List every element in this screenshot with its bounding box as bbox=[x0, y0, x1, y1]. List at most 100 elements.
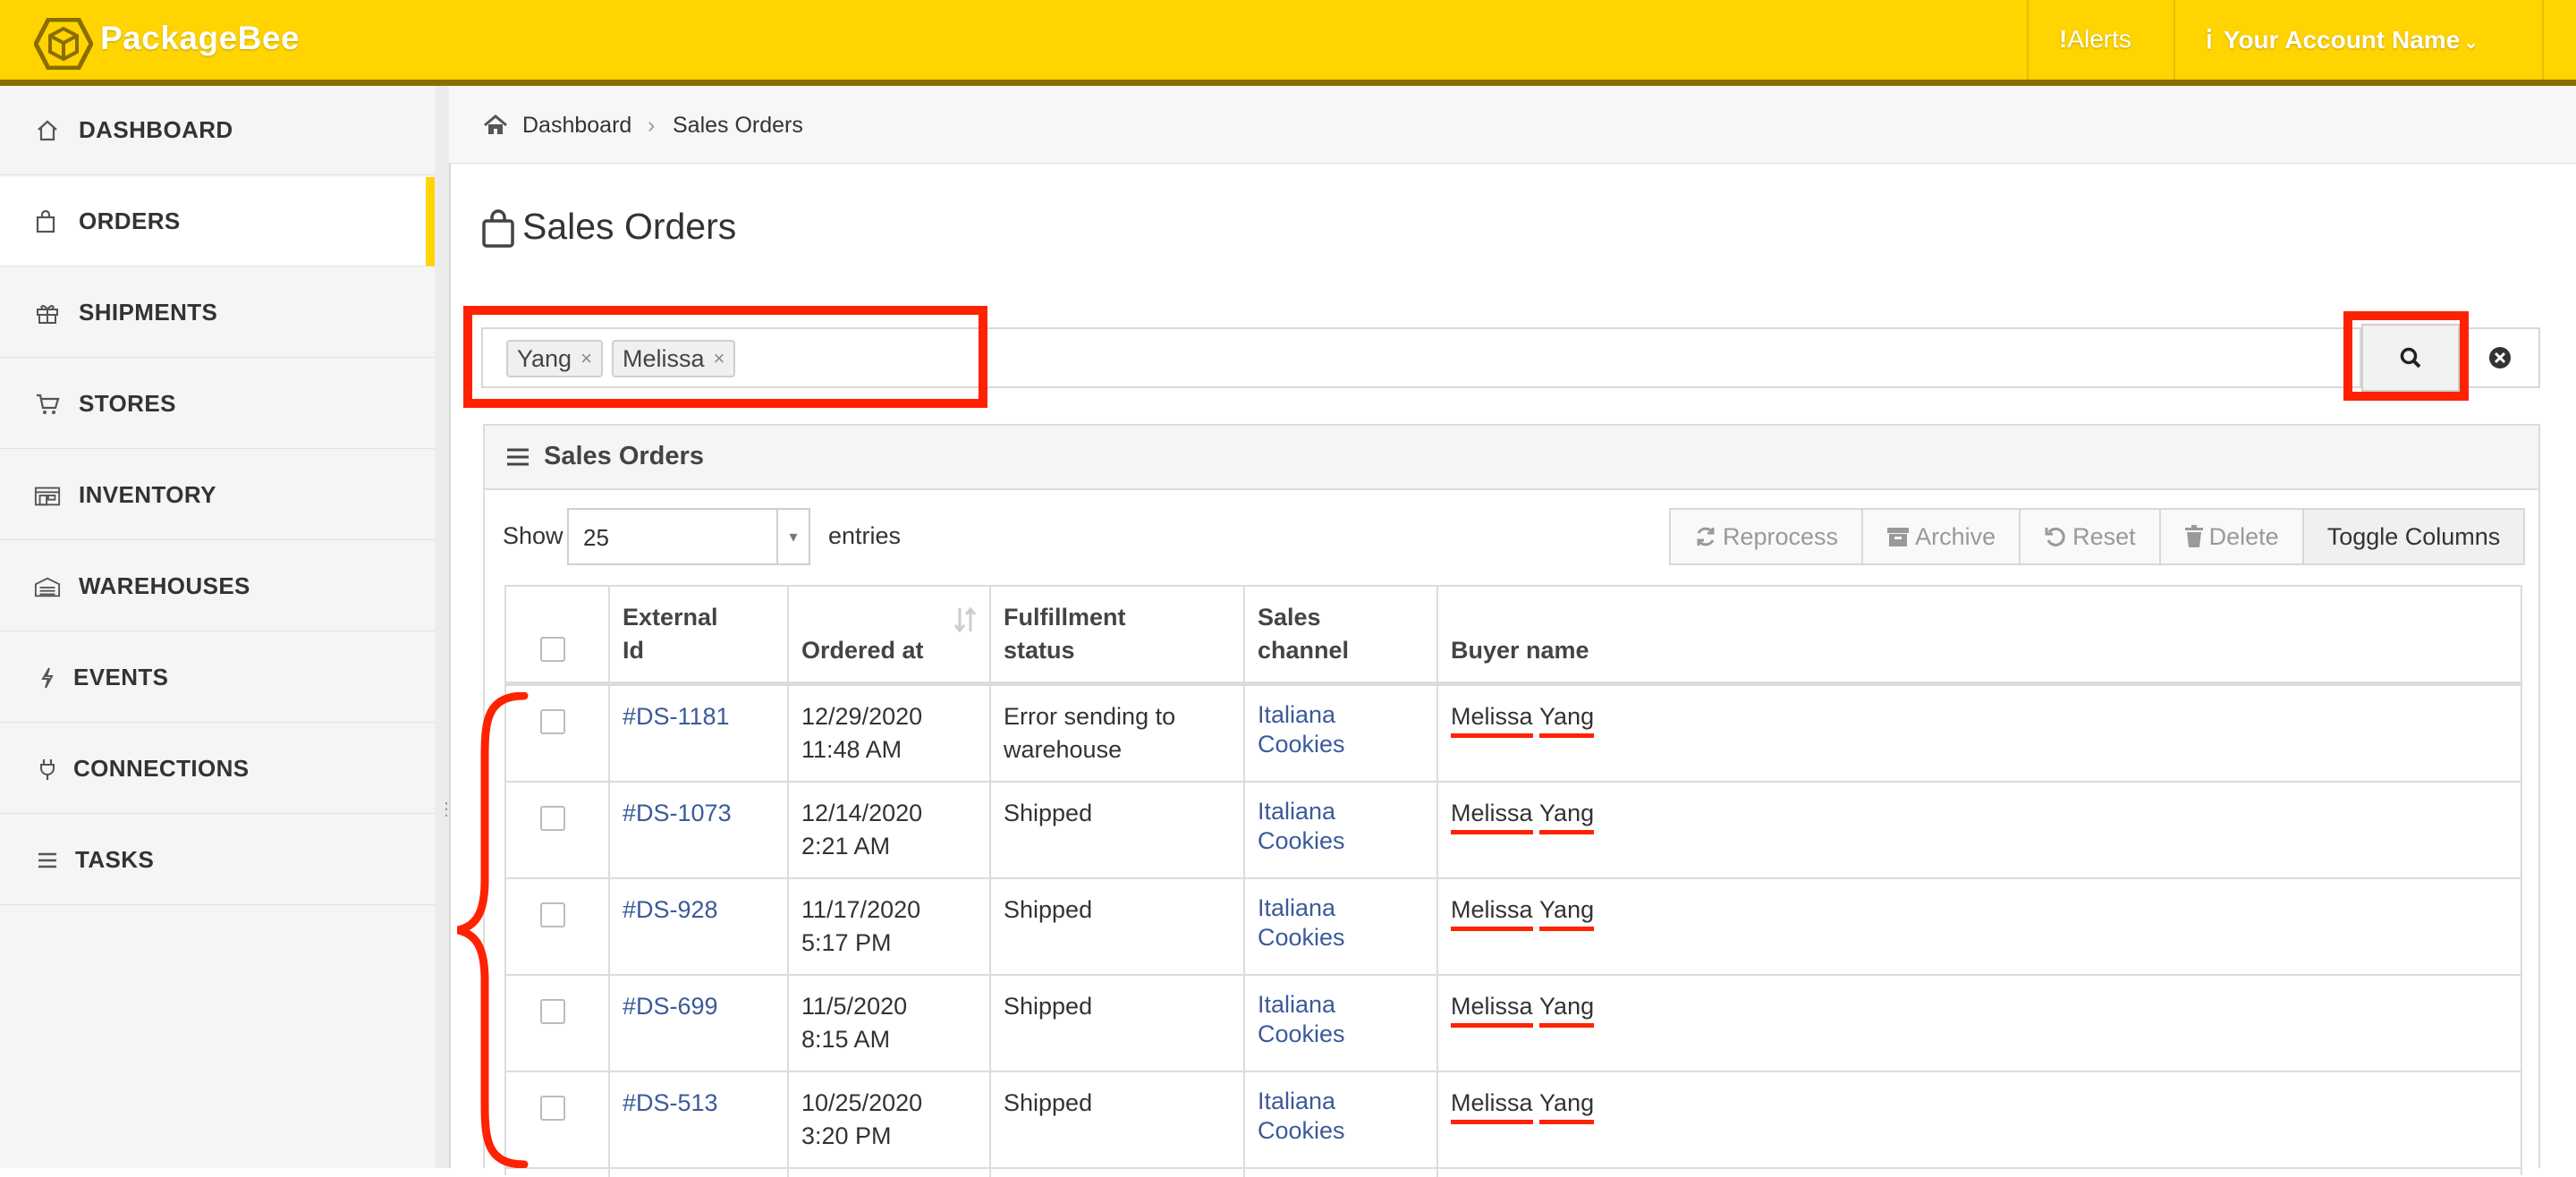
alerts-label: Alerts bbox=[2067, 25, 2131, 53]
delete-button[interactable]: Delete bbox=[2160, 510, 2304, 563]
column-header-ordered-at[interactable]: Ordered at bbox=[801, 634, 924, 667]
reprocess-button[interactable]: Reprocess bbox=[1671, 510, 1864, 563]
sales-channel-link[interactable]: Italiana Cookies bbox=[1258, 1087, 1345, 1146]
order-id-link[interactable]: #DS-1181 bbox=[623, 700, 730, 733]
ordered-at: 12/14/2020 2:21 AM bbox=[801, 800, 923, 859]
column-header-external-id[interactable]: External Id bbox=[623, 601, 718, 667]
warehouse-icon bbox=[34, 482, 61, 509]
row-checkbox[interactable] bbox=[540, 806, 565, 831]
fulfillment-status: Error sending to warehouse bbox=[1004, 703, 1176, 763]
row-checkbox[interactable] bbox=[540, 709, 565, 734]
page-title: Sales Orders bbox=[522, 206, 737, 247]
sales-orders-panel: Sales Orders Show 25 ▾ entries Reprocess… bbox=[483, 424, 2540, 1177]
hexagon-logo-icon[interactable] bbox=[34, 18, 93, 70]
home-icon[interactable] bbox=[483, 114, 508, 136]
sidebar-item-events[interactable]: EVENTS bbox=[0, 633, 435, 723]
fulfillment-status: Shipped bbox=[1004, 993, 1093, 1020]
drag-handle-icon[interactable]: ⋮ bbox=[437, 800, 455, 830]
gift-icon bbox=[34, 300, 61, 326]
sidebar-item-label: DASHBOARD bbox=[79, 116, 233, 143]
table-row[interactable]: #DS-699 11/5/2020 8:15 AM Shipped Italian… bbox=[506, 976, 2521, 1072]
home-icon bbox=[34, 117, 61, 144]
buyer-name: Melissa Yang bbox=[1451, 893, 1595, 931]
sort-icon[interactable] bbox=[953, 606, 977, 633]
sidebar-item-orders[interactable]: ORDERS bbox=[0, 177, 435, 267]
chevron-down-icon: ⌄ bbox=[2463, 33, 2479, 53]
shopping-bag-icon bbox=[482, 209, 514, 248]
table-row[interactable]: #DS-1073 12/14/2020 2:21 AM Shipped Itali… bbox=[506, 783, 2521, 879]
brand-name[interactable]: PackageBee bbox=[100, 20, 300, 57]
sidebar-item-stores[interactable]: STORES bbox=[0, 360, 435, 449]
building-icon bbox=[34, 573, 61, 600]
archive-button[interactable]: Archive bbox=[1863, 510, 2021, 563]
sidebar-item-label: TASKS bbox=[75, 846, 155, 873]
entries-label: entries bbox=[828, 522, 902, 549]
close-circle-icon bbox=[2489, 347, 2511, 368]
table-row[interactable]: #DS-1181 12/29/2020 11:48 AM Error sendin… bbox=[506, 686, 2521, 783]
breadcrumb-dashboard-link[interactable]: Dashboard bbox=[522, 113, 631, 139]
bulk-action-toolbar: Reprocess Archive Reset Delete Toggle Co… bbox=[1669, 508, 2526, 565]
sales-channel-link[interactable]: Italiana Cookies bbox=[1258, 797, 1345, 856]
sidebar-item-connections[interactable]: CONNECTIONS bbox=[0, 724, 435, 814]
panel-header: Sales Orders bbox=[485, 426, 2538, 490]
alerts-link[interactable]: !Alerts bbox=[2059, 25, 2131, 54]
chevron-right-icon: › bbox=[648, 113, 656, 138]
sales-channel-link[interactable]: Italiana Cookies bbox=[1258, 700, 1345, 759]
column-header-sales-channel[interactable]: Sales channel bbox=[1258, 601, 1349, 667]
entries-per-page-select[interactable]: 25 ▾ bbox=[567, 508, 810, 565]
show-label: Show bbox=[503, 522, 564, 549]
sidebar-item-warehouses[interactable]: WAREHOUSES bbox=[0, 542, 435, 631]
row-checkbox[interactable] bbox=[540, 999, 565, 1024]
sidebar-item-label: SHIPMENTS bbox=[79, 299, 218, 326]
column-header-buyer-name[interactable]: Buyer name bbox=[1451, 634, 1589, 667]
sales-channel-link[interactable]: Italiana Cookies bbox=[1258, 893, 1345, 953]
sidebar-item-label: ORDERS bbox=[79, 207, 181, 234]
sidebar-item-inventory[interactable]: INVENTORY bbox=[0, 451, 435, 540]
button-label: Reprocess bbox=[1723, 522, 1839, 550]
order-id-link[interactable]: #DS-1073 bbox=[623, 797, 732, 830]
divider bbox=[2542, 0, 2544, 80]
divider bbox=[2174, 0, 2175, 80]
info-icon: ⅰ bbox=[2206, 26, 2213, 54]
sales-channel-link[interactable]: Italiana Cookies bbox=[1258, 990, 1345, 1049]
order-id-link[interactable]: #DS-928 bbox=[623, 893, 718, 927]
table-row[interactable]: #DS-928 11/17/2020 5:17 PM Shipped Italia… bbox=[506, 879, 2521, 976]
ordered-at: 11/17/2020 5:17 PM bbox=[801, 896, 921, 956]
sidebar-item-tasks[interactable]: TASKS bbox=[0, 816, 435, 905]
divider bbox=[2027, 0, 2029, 80]
fulfillment-status: Shipped bbox=[1004, 896, 1093, 923]
archive-icon bbox=[1887, 528, 1910, 546]
order-id-link[interactable]: #DS-699 bbox=[623, 990, 718, 1023]
table-row[interactable]: #DS-513 10/25/2020 3:20 PM Shipped Italia… bbox=[506, 1072, 2521, 1169]
button-label: Delete bbox=[2208, 522, 2279, 550]
top-bar: PackageBee !Alerts ⅰ Your Account Name ⌄ bbox=[0, 0, 2576, 86]
exclamation-icon: ! bbox=[2059, 25, 2068, 53]
row-checkbox[interactable] bbox=[540, 1096, 565, 1121]
fulfillment-status: Shipped bbox=[1004, 800, 1093, 826]
column-header-fulfillment-status[interactable]: Fulfillment status bbox=[1004, 601, 1126, 667]
sidebar-item-label: CONNECTIONS bbox=[73, 755, 250, 782]
curly-brace-annotation bbox=[456, 692, 529, 1168]
undo-icon bbox=[2045, 527, 2065, 546]
sidebar-item-shipments[interactable]: SHIPMENTS bbox=[0, 268, 435, 358]
caret-down-icon: ▾ bbox=[776, 510, 809, 563]
clear-search-button[interactable] bbox=[2460, 327, 2540, 388]
sidebar-item-dashboard[interactable]: DASHBOARD bbox=[0, 86, 435, 175]
toggle-columns-button[interactable]: Toggle Columns bbox=[2303, 510, 2524, 563]
ordered-at: 10/25/2020 3:20 PM bbox=[801, 1089, 923, 1149]
order-id-link[interactable]: #DS-513 bbox=[623, 1087, 718, 1120]
orders-table: External Id Ordered at Fulfillment status … bbox=[504, 585, 2522, 1177]
breadcrumb: Dashboard › Sales Orders bbox=[449, 86, 2576, 164]
reset-button[interactable]: Reset bbox=[2021, 510, 2161, 563]
buyer-name: Melissa Yang bbox=[1451, 1087, 1595, 1124]
buyer-name: Melissa Yang bbox=[1451, 990, 1595, 1028]
breadcrumb-current: Sales Orders bbox=[673, 113, 803, 138]
button-label: Reset bbox=[2072, 522, 2136, 550]
select-all-checkbox[interactable] bbox=[540, 637, 565, 662]
account-menu[interactable]: ⅰ Your Account Name ⌄ bbox=[2206, 25, 2479, 55]
sidebar-resize-rail[interactable] bbox=[435, 86, 451, 1168]
shopping-bag-icon bbox=[32, 208, 59, 235]
row-checkbox[interactable] bbox=[540, 902, 565, 927]
highlight-box bbox=[2343, 311, 2469, 401]
ordered-at: 11/5/2020 8:15 AM bbox=[801, 993, 908, 1053]
